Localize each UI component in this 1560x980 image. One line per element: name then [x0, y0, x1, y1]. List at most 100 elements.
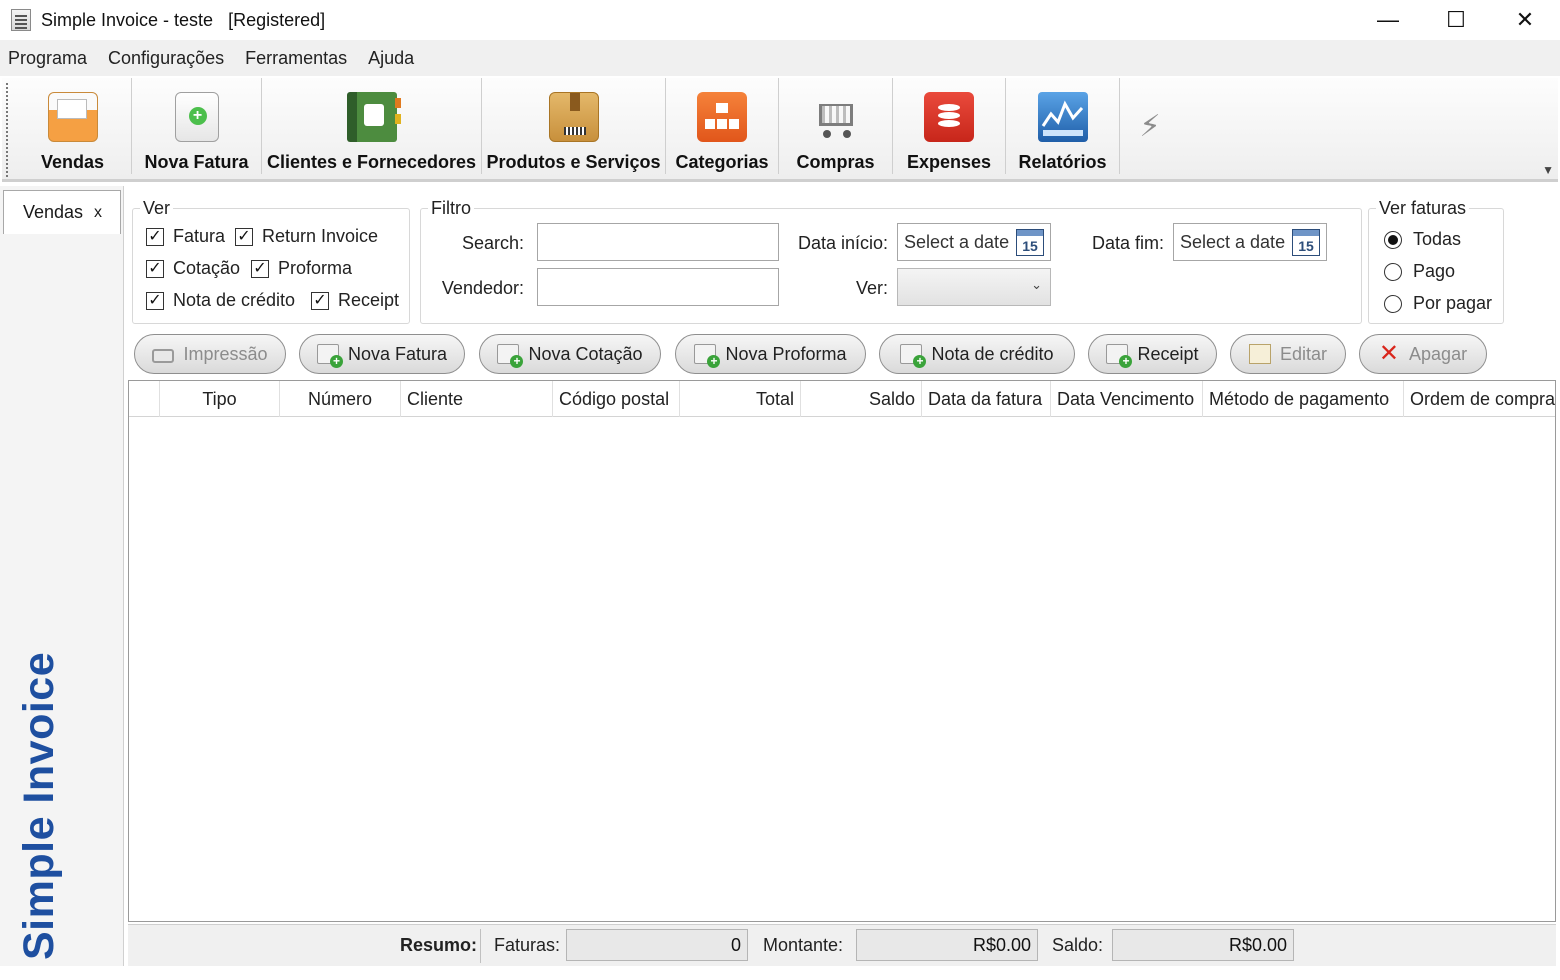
check-icon: ✓	[146, 227, 164, 246]
address-book-icon	[346, 92, 401, 142]
ver-select[interactable]: ⌄	[897, 268, 1051, 306]
radio-todas[interactable]: Todas	[1384, 229, 1461, 250]
toolbar-grip[interactable]	[6, 83, 12, 177]
checkbox-return-invoice[interactable]: ✓ Return Invoice	[235, 226, 378, 247]
new-invoice-icon: +	[174, 92, 219, 142]
nova-fatura-button[interactable]: Nova Fatura	[299, 334, 465, 374]
toolbar-compras-button[interactable]: Compras	[779, 78, 893, 174]
toolbar-expenses-button[interactable]: Expenses	[893, 78, 1006, 174]
checkbox-cotacao[interactable]: ✓ Cotação	[146, 258, 240, 279]
toolbar-categorias-button[interactable]: Categorias	[666, 78, 779, 174]
summary-bar: Resumo: Faturas: 0 Montante: R$0.00 Sald…	[128, 924, 1556, 966]
column-codigo-postal[interactable]: Código postal	[553, 381, 680, 417]
toolbar-nova-fatura-label: Nova Fatura	[144, 152, 249, 172]
receipt-button[interactable]: Receipt	[1088, 334, 1217, 374]
nova-proforma-button[interactable]: Nova Proforma	[675, 334, 866, 374]
editar-button[interactable]: Editar	[1230, 334, 1346, 374]
column-numero[interactable]: Número	[280, 381, 401, 417]
new-document-icon	[1106, 344, 1133, 368]
invoices-grid[interactable]: Tipo Número Cliente Código postal Total …	[128, 380, 1556, 922]
toolbar-expenses-label: Expenses	[906, 152, 992, 172]
brand-logo-text: Simple Invoice	[15, 651, 63, 960]
data-inicio-picker[interactable]: Select a date 15	[897, 223, 1051, 261]
toolbar-overflow-icon[interactable]: ▼	[1542, 163, 1554, 177]
radio-por-pagar-label: Por pagar	[1413, 293, 1493, 313]
checkbox-proforma-label: Proforma	[278, 258, 353, 278]
minimize-button[interactable]: —	[1354, 0, 1422, 40]
column-data-fatura[interactable]: Data da fatura	[922, 381, 1051, 417]
toolbar-vendas-button[interactable]: Vendas	[14, 78, 132, 174]
maximize-button[interactable]: ☐	[1422, 0, 1490, 40]
lightning-icon[interactable]: ⚡	[1120, 78, 1180, 174]
tab-vendas[interactable]: Vendas x	[3, 190, 121, 234]
radio-pago[interactable]: Pago	[1384, 261, 1455, 282]
column-data-vencimento[interactable]: Data Vencimento	[1051, 381, 1203, 417]
grid-header: Tipo Número Cliente Código postal Total …	[129, 381, 1555, 417]
checkbox-fatura[interactable]: ✓ Fatura	[146, 226, 225, 247]
checkbox-receipt-label: Receipt	[338, 290, 400, 310]
data-fim-label: Data fim:	[1091, 233, 1164, 253]
chart-report-icon	[1037, 92, 1088, 142]
impressao-button[interactable]: Impressão	[134, 334, 286, 374]
apagar-button[interactable]: ✕ Apagar	[1359, 334, 1487, 374]
nova-cotacao-label: Nova Cotação	[528, 343, 643, 364]
column-cliente[interactable]: Cliente	[401, 381, 553, 417]
summary-separator	[480, 929, 481, 963]
calendar-icon[interactable]: 15	[1292, 229, 1320, 256]
radio-icon	[1384, 262, 1402, 281]
column-metodo-pagamento[interactable]: Método de pagamento	[1203, 381, 1404, 417]
check-icon: ✓	[146, 291, 164, 310]
data-inicio-placeholder: Select a date	[904, 231, 1010, 252]
montante-field: R$0.00	[856, 929, 1038, 961]
ver-faturas-title: Ver faturas	[1376, 198, 1470, 219]
toolbar-produtos-button[interactable]: Produtos e Serviços	[482, 78, 666, 174]
toolbar-relatorios-button[interactable]: Relatórios	[1006, 78, 1120, 174]
nota-credito-label: Nota de crédito	[931, 343, 1054, 364]
toolbar-nova-fatura-button[interactable]: + Nova Fatura	[132, 78, 262, 174]
menu-ajuda[interactable]: Ajuda	[360, 48, 424, 69]
menu-programa[interactable]: Programa	[0, 48, 97, 69]
toolbar-compras-label: Compras	[796, 152, 875, 172]
nova-cotacao-button[interactable]: Nova Cotação	[479, 334, 661, 374]
column-ordem-compra[interactable]: Ordem de compra	[1404, 381, 1555, 417]
shopping-cart-icon	[811, 92, 861, 142]
menu-configuracoes[interactable]: Configurações	[100, 48, 234, 69]
new-document-icon	[900, 344, 927, 368]
menu-ferramentas[interactable]: Ferramentas	[237, 48, 357, 69]
toolbar-categorias-label: Categorias	[675, 152, 769, 172]
checkbox-cotacao-label: Cotação	[173, 258, 241, 278]
printer-icon	[152, 349, 175, 363]
close-window-button[interactable]: ✕	[1491, 0, 1559, 40]
radio-pago-label: Pago	[1413, 261, 1456, 281]
calendar-icon[interactable]: 15	[1016, 229, 1044, 256]
new-document-icon	[316, 344, 343, 368]
vendedor-input[interactable]	[537, 268, 779, 306]
sales-folder-icon	[47, 92, 98, 142]
column-tipo[interactable]: Tipo	[160, 381, 280, 417]
radio-todas-label: Todas	[1413, 229, 1462, 249]
toolbar-clientes-button[interactable]: Clientes e Fornecedores	[262, 78, 482, 174]
radio-por-pagar[interactable]: Por pagar	[1384, 293, 1492, 314]
impressao-label: Impressão	[183, 343, 268, 364]
radio-icon	[1384, 294, 1402, 313]
checkbox-proforma[interactable]: ✓ Proforma	[251, 258, 352, 279]
toolbar-clientes-label: Clientes e Fornecedores	[266, 152, 477, 172]
nota-credito-button[interactable]: Nota de crédito	[879, 334, 1075, 374]
window-title: Simple Invoice - teste [Registered]	[41, 9, 326, 30]
tab-close-button[interactable]: x	[94, 204, 102, 222]
checkbox-receipt[interactable]: ✓ Receipt	[311, 290, 399, 311]
checkbox-nota-credito[interactable]: ✓ Nota de crédito	[146, 290, 295, 311]
column-total[interactable]: Total	[680, 381, 801, 417]
menu-bar: Programa Configurações Ferramentas Ajuda	[0, 40, 1560, 76]
resumo-label: Resumo:	[400, 935, 478, 955]
toolbar-relatorios-label: Relatórios	[1018, 152, 1107, 172]
ver-group-title: Ver	[140, 198, 174, 219]
vendedor-label: Vendedor:	[441, 278, 524, 298]
column-saldo[interactable]: Saldo	[801, 381, 922, 417]
montante-label: Montante:	[763, 935, 844, 955]
faturas-count-field: 0	[566, 929, 748, 961]
main-toolbar: Vendas + Nova Fatura Clientes e Forneced…	[2, 78, 1558, 182]
data-fim-picker[interactable]: Select a date 15	[1173, 223, 1327, 261]
sales-panel: Ver ✓ Fatura ✓ Return Invoice ✓ Cotação ✓ Pr…	[126, 186, 1560, 966]
search-input[interactable]	[537, 223, 779, 261]
